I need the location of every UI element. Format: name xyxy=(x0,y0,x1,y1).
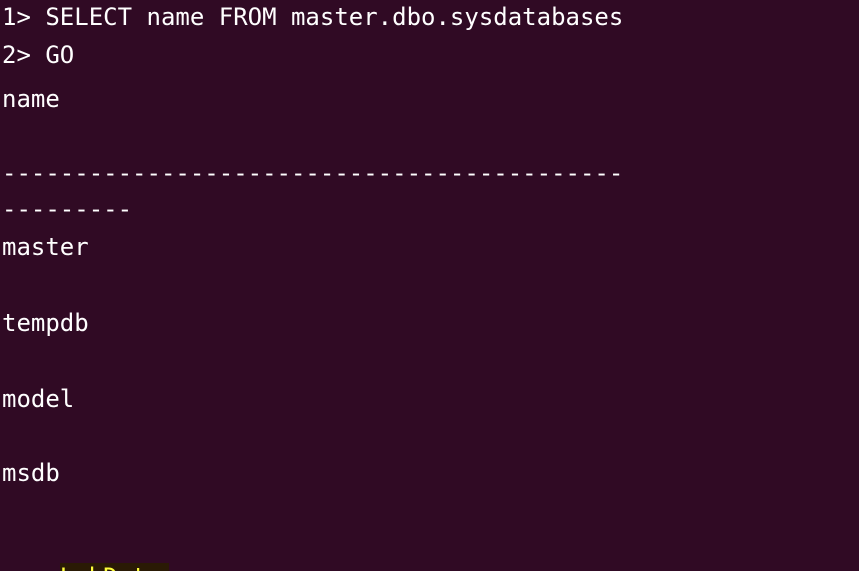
separator-line-2: --------- xyxy=(2,195,133,223)
query-line-2: 2> GO xyxy=(2,41,75,69)
column-header: name xyxy=(2,85,60,113)
result-row-labdata: LabData xyxy=(2,532,169,571)
separator-line-1: ----------------------------------------… xyxy=(2,159,624,187)
result-row-master: master xyxy=(2,233,89,261)
result-row-tempdb: tempdb xyxy=(2,309,89,337)
query-line-1: 1> SELECT name FROM master.dbo.sysdataba… xyxy=(2,3,624,31)
result-row-msdb: msdb xyxy=(2,459,60,487)
terminal-window[interactable]: 1> SELECT name FROM master.dbo.sysdataba… xyxy=(0,0,859,571)
result-row-model: model xyxy=(2,385,75,413)
highlighted-database-name: LabData xyxy=(59,563,169,571)
